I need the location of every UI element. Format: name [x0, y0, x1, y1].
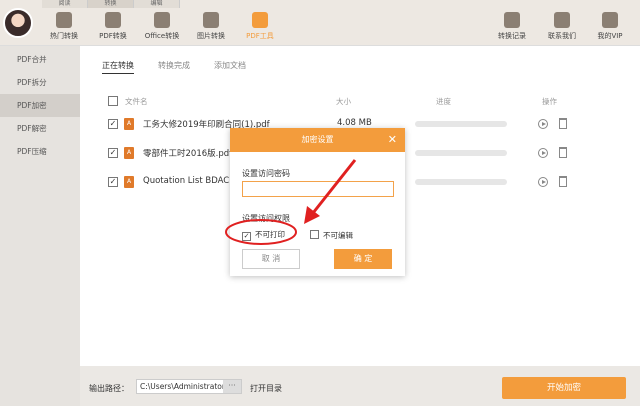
permission-label: 设置访问权限 [242, 214, 290, 223]
pdf-file-icon: A [124, 176, 134, 188]
mode-tabs: 阅读 转换 编辑 [42, 0, 180, 8]
nav-label: 联系我们 [548, 32, 576, 40]
file-name: 零部件工时2016版.pdf [143, 149, 233, 159]
tab-read[interactable]: 阅读 [42, 0, 88, 8]
row-checkbox[interactable]: ✓ [108, 148, 118, 158]
no-edit-label: 不可编辑 [323, 231, 353, 240]
no-print-label: 不可打印 [255, 230, 285, 239]
sidebar-item-split[interactable]: PDF拆分 [0, 71, 80, 94]
progress-bar [415, 179, 507, 185]
no-print-checkbox[interactable]: ✓ [242, 232, 251, 241]
nav-hot-convert[interactable]: 热门转换 [39, 12, 89, 44]
sidebar-item-merge[interactable]: PDF合并 [0, 48, 80, 71]
play-icon[interactable] [538, 177, 548, 187]
tab-converting[interactable]: 正在转换 [102, 60, 134, 74]
avatar[interactable] [3, 8, 33, 38]
play-icon[interactable] [538, 148, 548, 158]
browse-button[interactable]: ··· [223, 380, 241, 393]
row-checkbox[interactable]: ✓ [108, 177, 118, 187]
sidebar-item-compress[interactable]: PDF压缩 [0, 140, 80, 163]
play-icon[interactable] [538, 119, 548, 129]
toolbox-icon [252, 12, 268, 28]
header-size: 大小 [336, 97, 351, 106]
bottom-bar: 输出路径： C:\Users\Administrator ··· 打开目录 开始… [80, 366, 640, 406]
top-toolbar: 阅读 转换 编辑 热门转换 PDF转换 Office转换 图片转换 PDF工具 … [0, 0, 640, 46]
open-directory-link[interactable]: 打开目录 [250, 383, 282, 394]
nav-office-convert[interactable]: Office转换 [137, 12, 187, 44]
nav-pdf-tools[interactable]: PDF工具 [235, 12, 285, 44]
sidebar: PDF合并 PDF拆分 PDF加密 PDF解密 PDF压缩 [0, 46, 80, 406]
tab-edit[interactable]: 编辑 [134, 0, 180, 8]
tab-completed[interactable]: 转换完成 [158, 60, 190, 74]
nav-label: Office转换 [144, 32, 180, 40]
crown-icon [602, 12, 618, 28]
close-icon[interactable]: ✕ [388, 128, 397, 152]
nav-label: 图片转换 [197, 32, 225, 40]
ok-button[interactable]: 确 定 [334, 249, 392, 269]
sidebar-item-decrypt[interactable]: PDF解密 [0, 117, 80, 140]
image-icon [203, 12, 219, 28]
tab-add-document[interactable]: 添加文档 [214, 60, 246, 74]
contact-icon [554, 12, 570, 28]
option-no-edit[interactable]: 不可编辑 [310, 229, 353, 241]
nav-label: PDF工具 [246, 32, 274, 40]
nav-vip[interactable]: 我的VIP [585, 12, 635, 44]
nav-label: 转换记录 [498, 32, 526, 40]
subtabs: 正在转换 转换完成 添加文档 [102, 60, 246, 74]
sidebar-item-encrypt[interactable]: PDF加密 [0, 94, 80, 117]
history-icon [504, 12, 520, 28]
trash-icon[interactable] [559, 118, 567, 129]
progress-bar [415, 150, 507, 156]
option-no-print[interactable]: ✓ 不可打印 [242, 229, 285, 241]
file-size: 4.08 MB [337, 118, 372, 128]
no-edit-checkbox[interactable] [310, 230, 319, 239]
nav-image-convert[interactable]: 图片转换 [186, 12, 236, 44]
header-actions: 操作 [542, 97, 557, 106]
dialog-title: 加密设置 [301, 135, 334, 144]
encrypt-settings-dialog: 加密设置 ✕ 设置访问密码 设置访问权限 ✓ 不可打印 不可编辑 取 消 确 定 [230, 128, 405, 276]
start-encrypt-button[interactable]: 开始加密 [502, 377, 626, 399]
cancel-button[interactable]: 取 消 [242, 249, 300, 269]
trash-icon[interactable] [559, 176, 567, 187]
star-icon [56, 12, 72, 28]
table-header: 文件名 大小 进度 操作 [108, 96, 618, 108]
file-name: Quotation List BDAC [143, 176, 230, 186]
nav-contact[interactable]: 联系我们 [537, 12, 587, 44]
tab-convert[interactable]: 转换 [88, 0, 134, 8]
nav-pdf-convert[interactable]: PDF转换 [88, 12, 138, 44]
progress-bar [415, 121, 507, 127]
nav-history[interactable]: 转换记录 [487, 12, 537, 44]
pdf-convert-icon [105, 12, 121, 28]
pdf-file-icon: A [124, 147, 134, 159]
nav-label: 我的VIP [597, 32, 623, 40]
row-checkbox[interactable]: ✓ [108, 119, 118, 129]
nav-label: PDF转换 [99, 32, 127, 40]
output-path-label: 输出路径： [89, 384, 129, 393]
nav-label: 热门转换 [50, 32, 78, 40]
header-progress: 进度 [436, 97, 451, 106]
trash-icon[interactable] [559, 147, 567, 158]
header-filename: 文件名 [125, 97, 148, 106]
dialog-title-bar: 加密设置 ✕ [230, 128, 405, 152]
office-icon [154, 12, 170, 28]
select-all-checkbox[interactable] [108, 96, 118, 106]
password-input[interactable] [242, 181, 394, 197]
pdf-file-icon: A [124, 118, 134, 130]
password-label: 设置访问密码 [242, 169, 290, 178]
